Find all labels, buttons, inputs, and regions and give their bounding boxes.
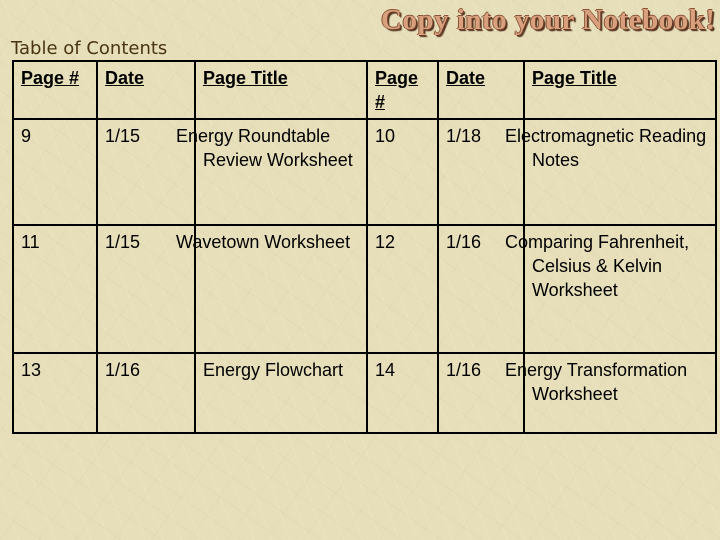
cell-page-title: Energy Flowchart [194, 352, 368, 434]
cell-page-title: Energy Transformation Worksheet [505, 352, 717, 434]
table-of-contents: Page # Date Page Title Page # Date Page … [12, 60, 717, 434]
cell-page-number: 13 [12, 352, 98, 434]
cell-page-title: Energy Roundtable Review Worksheet [176, 118, 368, 226]
cell-page-title: Wavetown Worksheet [176, 224, 368, 354]
table-header-row: Page # Date Page Title Page # Date Page … [12, 60, 717, 120]
header-page-number-2: Page # [366, 60, 439, 120]
header-page-title-2: Page Title [523, 60, 717, 120]
header-date-2: Date [437, 60, 525, 120]
header-page-title: Page Title [194, 60, 368, 120]
header-date: Date [96, 60, 196, 120]
table-row: 11 1/15 Wavetown Worksheet 12 1/16 Compa… [12, 224, 717, 354]
table-of-contents-label: Table of Contents [11, 38, 168, 59]
table-row: 9 1/15 Energy Roundtable Review Workshee… [12, 118, 717, 226]
cell-page-number: 9 [12, 118, 98, 226]
cell-page-number: 14 [366, 352, 439, 434]
slide-title: Copy into your Notebook! [381, 4, 716, 36]
cell-date: 1/16 [96, 352, 196, 434]
cell-page-number: 12 [366, 224, 439, 354]
table-row: 13 1/16 Energy Flowchart 14 1/16 Energy … [12, 352, 717, 434]
cell-page-number: 11 [12, 224, 98, 354]
cell-page-number: 10 [366, 118, 439, 226]
cell-page-title: Electromagnetic Reading Notes [505, 118, 717, 226]
cell-page-title: Comparing Fahrenheit, Celsius & Kelvin W… [505, 224, 717, 354]
header-page-number: Page # [12, 60, 98, 120]
